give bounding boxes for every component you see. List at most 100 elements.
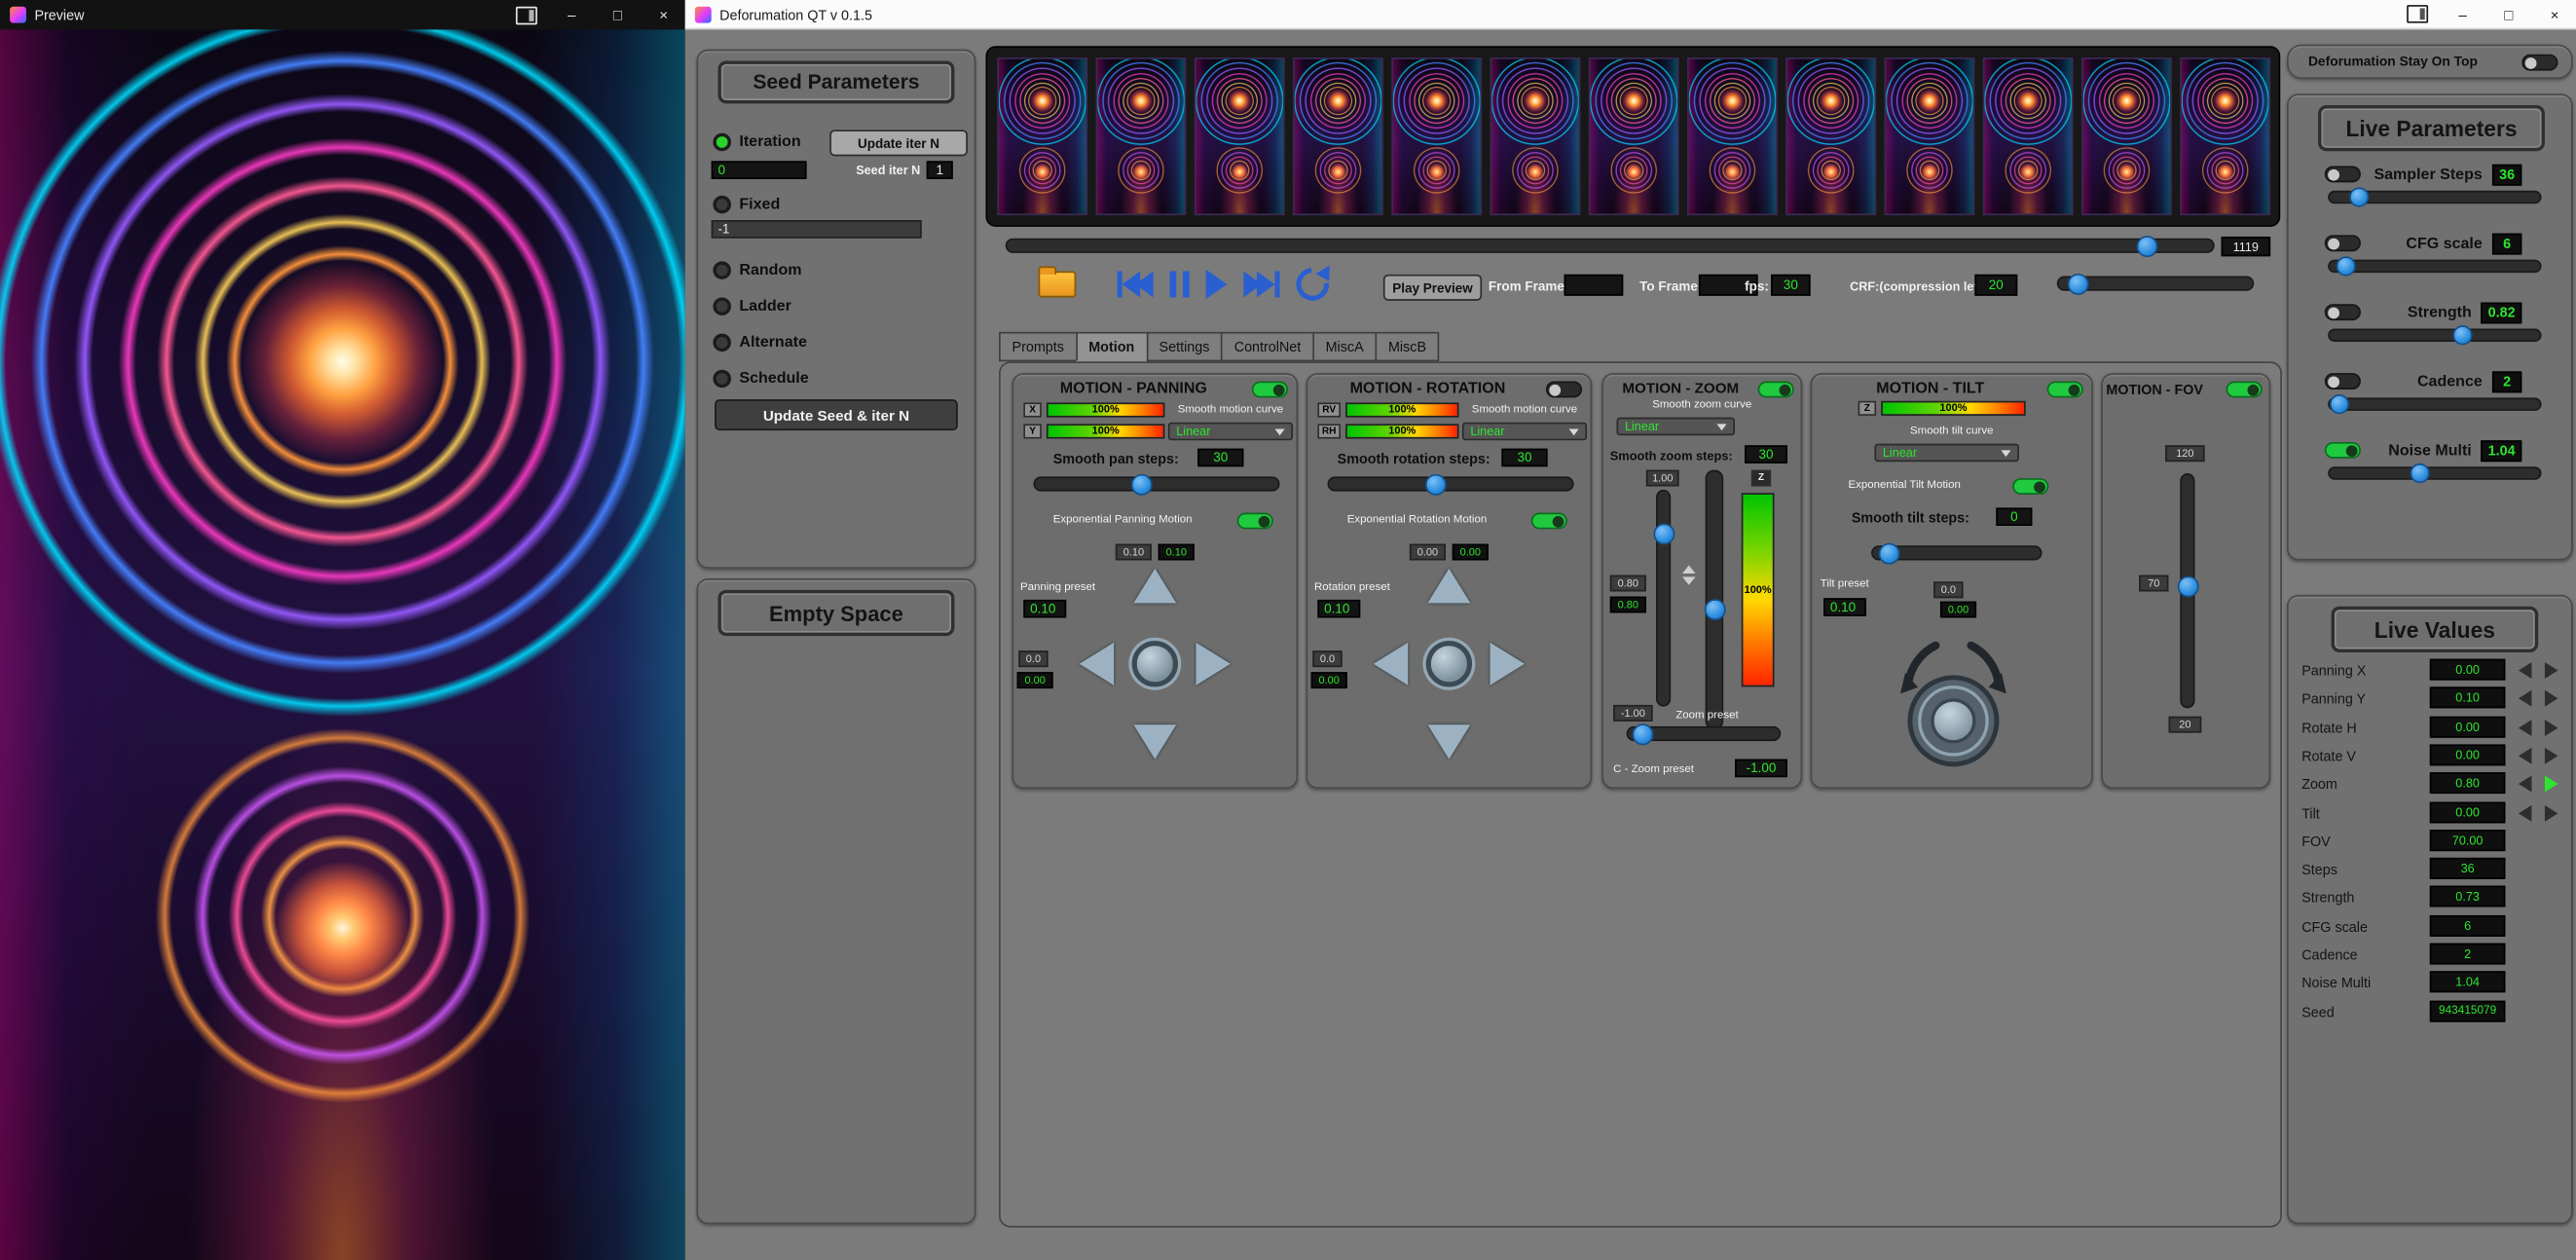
live-value-field[interactable]: 943415079 — [2430, 1001, 2506, 1022]
frame-thumbnail[interactable] — [1391, 57, 1482, 215]
panning-steps-field[interactable]: 30 — [1197, 449, 1243, 467]
panning-steps-slider[interactable] — [1033, 476, 1279, 491]
pan-right-button[interactable] — [1196, 643, 1231, 686]
zoom-enable-toggle[interactable] — [1758, 382, 1794, 398]
live-value-field[interactable]: 70.00 — [2430, 830, 2506, 851]
zoom-preset-slider[interactable] — [1627, 726, 1782, 741]
fov-slider[interactable] — [2180, 473, 2194, 708]
play-preview-button[interactable]: Play Preview — [1383, 275, 1482, 301]
tab-misca[interactable]: MiscA — [1312, 332, 1375, 361]
cfg-scale-slider-handle[interactable] — [2337, 256, 2356, 276]
strength-slider-handle[interactable] — [2452, 325, 2472, 345]
rotation-curve-dropdown[interactable]: Linear — [1462, 423, 1587, 441]
frame-thumbnail[interactable] — [1687, 57, 1778, 215]
live-param-value[interactable]: 6 — [2492, 233, 2521, 254]
rotate-up-button[interactable] — [1427, 569, 1470, 603]
strength-toggle[interactable] — [2325, 304, 2361, 320]
tilt-preset-field[interactable]: 0.10 — [1823, 598, 1866, 616]
tilt-steps-field[interactable]: 0 — [1996, 507, 2032, 526]
tilt-knob[interactable] — [1885, 624, 2023, 779]
zoom-preset-slider-handle[interactable] — [1633, 723, 1654, 745]
radio-ladder[interactable] — [713, 297, 731, 315]
tilt-exp-toggle[interactable] — [2012, 478, 2048, 495]
fov-enable-toggle[interactable] — [2226, 382, 2263, 398]
pan-center-button[interactable] — [1132, 641, 1178, 686]
skip-forward-icon[interactable] — [1243, 271, 1279, 297]
decrement-arrow-icon[interactable] — [2519, 690, 2532, 707]
pan-up-button[interactable] — [1133, 569, 1176, 603]
live-value-field[interactable]: 0.80 — [2430, 772, 2506, 794]
decrement-arrow-icon[interactable] — [2519, 776, 2532, 793]
tilt-enable-toggle[interactable] — [2047, 382, 2083, 398]
zoom-c-preset-field[interactable]: -1.00 — [1735, 760, 1787, 778]
sampler-steps-slider[interactable] — [2328, 191, 2541, 204]
close-icon[interactable]: × — [2543, 0, 2566, 29]
tab-miscb[interactable]: MiscB — [1375, 332, 1439, 361]
sampler-steps-slider-handle[interactable] — [2349, 187, 2369, 206]
folder-icon[interactable] — [1039, 271, 1077, 297]
maximize-icon[interactable]: □ — [607, 0, 630, 29]
live-value-field[interactable]: 0.73 — [2430, 886, 2506, 908]
rotate-left-button[interactable] — [1374, 643, 1408, 686]
cadence-slider[interactable] — [2328, 397, 2541, 411]
panning-preset-field[interactable]: 0.10 — [1023, 600, 1066, 618]
panning-steps-slider-handle[interactable] — [1131, 473, 1153, 495]
rotation-steps-slider-handle[interactable] — [1425, 473, 1447, 495]
panning-exp-toggle[interactable] — [1237, 513, 1273, 530]
radio-alternate[interactable] — [713, 334, 731, 352]
panning-curve-dropdown[interactable]: Linear — [1168, 423, 1293, 441]
tab-motion[interactable]: Motion — [1076, 332, 1146, 361]
cfg-scale-slider[interactable] — [2328, 260, 2541, 274]
live-param-value[interactable]: 36 — [2492, 164, 2521, 185]
rotate-right-button[interactable] — [1490, 643, 1525, 686]
timeline-frame-field[interactable]: 1119 — [2222, 237, 2271, 256]
sampler-steps-toggle[interactable] — [2325, 166, 2361, 182]
noise-multi-slider[interactable] — [2328, 466, 2541, 480]
zoom-fine-slider-handle[interactable] — [1653, 523, 1674, 544]
iteration-value-field[interactable]: 0 — [712, 161, 807, 179]
fps-field[interactable]: 30 — [1771, 275, 1811, 296]
fov-slider-handle[interactable] — [2177, 575, 2198, 597]
frame-thumbnail[interactable] — [1785, 57, 1876, 215]
zoom-main-slider-handle[interactable] — [1704, 599, 1725, 620]
spinner-up-icon[interactable] — [1682, 566, 1696, 574]
timeline-slider[interactable] — [1006, 239, 2215, 253]
frame-thumbnail[interactable] — [1096, 57, 1187, 215]
close-icon[interactable]: × — [652, 0, 676, 29]
live-param-value[interactable]: 1.04 — [2482, 439, 2521, 461]
crf-field[interactable]: 20 — [1974, 275, 2017, 296]
noise-multi-slider-handle[interactable] — [2410, 463, 2430, 483]
live-value-field[interactable]: 0.00 — [2430, 717, 2506, 738]
live-value-field[interactable]: 36 — [2430, 858, 2506, 879]
zoom-steps-field[interactable]: 30 — [1745, 445, 1787, 463]
increment-arrow-icon[interactable] — [2545, 720, 2558, 736]
fixed-seed-field[interactable]: -1 — [712, 220, 922, 239]
rotation-preset-field[interactable]: 0.10 — [1317, 600, 1360, 618]
frame-thumbnail[interactable] — [1293, 57, 1383, 215]
rotate-down-button[interactable] — [1427, 724, 1470, 759]
decrement-arrow-icon[interactable] — [2519, 805, 2532, 822]
from-frame-field[interactable] — [1564, 275, 1624, 296]
live-value-field[interactable]: 0.00 — [2430, 659, 2506, 681]
tilt-slider[interactable] — [1871, 545, 2042, 560]
frame-thumbnail[interactable] — [1983, 57, 2074, 215]
tab-prompts[interactable]: Prompts — [999, 332, 1076, 361]
stay-on-top-toggle[interactable] — [2521, 55, 2558, 71]
tab-controlnet[interactable]: ControlNet — [1221, 332, 1312, 361]
live-value-field[interactable]: 0.00 — [2430, 744, 2506, 765]
decrement-arrow-icon[interactable] — [2519, 720, 2532, 736]
cfg-scale-toggle[interactable] — [2325, 235, 2361, 251]
strength-slider[interactable] — [2328, 329, 2541, 343]
tilt-curve-dropdown[interactable]: Linear — [1874, 444, 2019, 463]
frame-thumbnail[interactable] — [1885, 57, 1975, 215]
refresh-icon[interactable] — [1296, 268, 1329, 301]
crf-slider[interactable] — [2057, 277, 2255, 291]
update-iter-button[interactable]: Update iter N — [829, 130, 968, 156]
rotation-enable-toggle[interactable] — [1546, 382, 1582, 398]
live-value-field[interactable]: 0.00 — [2430, 802, 2506, 824]
increment-arrow-icon[interactable] — [2545, 748, 2558, 764]
seed-iter-field[interactable]: 1 — [927, 161, 953, 179]
crf-slider-handle[interactable] — [2067, 273, 2088, 294]
frame-thumbnail[interactable] — [1195, 57, 1285, 215]
frame-thumbnail[interactable] — [1589, 57, 1679, 215]
